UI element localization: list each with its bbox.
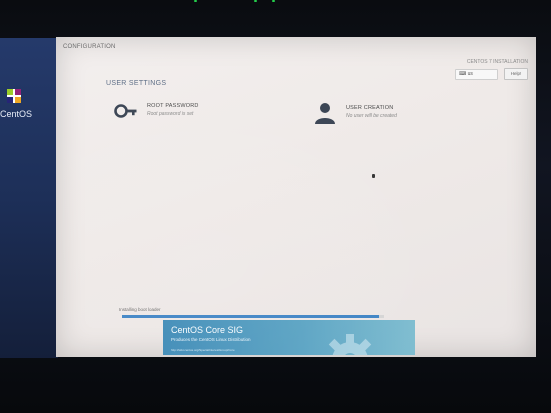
banner-footer: http://wiki.centos.org/SpecialInterestGr… (171, 348, 235, 352)
spoke-root-password[interactable]: ROOT PASSWORD Root password is set (114, 99, 199, 123)
help-button[interactable]: Help! (504, 68, 528, 80)
led (272, 0, 275, 2)
user-icon (315, 103, 335, 124)
installer-sidebar: CentOS (0, 38, 58, 358)
spoke-label: ROOT PASSWORD (147, 103, 199, 109)
installer-window: CONFIGURATION CENTOS 7 INSTALLATION ⌨ us… (56, 37, 536, 357)
centos-logo-icon (7, 89, 21, 103)
install-title: CENTOS 7 INSTALLATION (466, 59, 528, 65)
keyboard-icon: ⌨ (459, 71, 468, 77)
keyboard-layout-value: us (467, 71, 473, 77)
centos-logo-text: CentOS (0, 109, 33, 119)
led (194, 0, 197, 2)
banner-subtitle: Produces the CentOS Linux Distribution (171, 337, 251, 342)
spoke-status: Root password is set (147, 111, 194, 117)
info-banner: CentOS Core SIG Produces the CentOS Linu… (163, 320, 415, 355)
section-title: USER SETTINGS (106, 80, 167, 87)
page-title: CONFIGURATION (63, 44, 116, 50)
keyboard-layout-indicator[interactable]: ⌨ us (455, 69, 498, 80)
progress-fill (122, 315, 379, 318)
banner-title: CentOS Core SIG (171, 325, 244, 335)
spoke-label: USER CREATION (346, 105, 394, 111)
spoke-status: No user will be created (346, 113, 397, 119)
progress-label: Installing boot loader (119, 307, 161, 312)
status-leds (190, 0, 280, 4)
mouse-cursor (372, 174, 375, 178)
gear-icon (328, 334, 372, 355)
spoke-user-creation[interactable]: USER CREATION No user will be created (313, 101, 397, 125)
key-icon (114, 104, 137, 118)
led (254, 0, 257, 2)
